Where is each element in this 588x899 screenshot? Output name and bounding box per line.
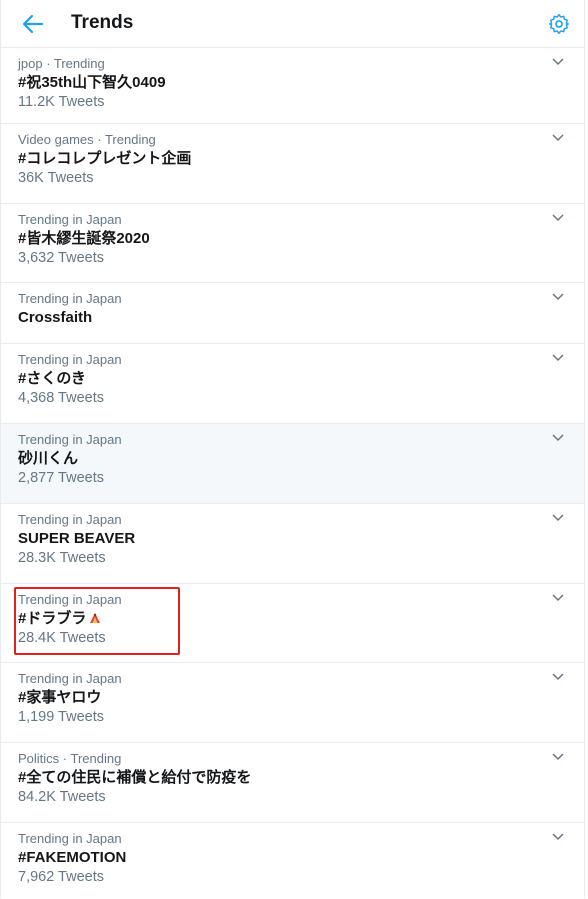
trend-count: 11.2K Tweets xyxy=(18,94,105,110)
back-arrow-icon[interactable] xyxy=(21,13,45,35)
trend-meta: Trending in Japan xyxy=(18,352,122,367)
trend-meta: Trending in Japan xyxy=(18,592,122,607)
trend-meta: Trending in Japan xyxy=(18,212,122,227)
trend-meta: Trending in Japan xyxy=(18,291,122,306)
chevron-down-icon[interactable] xyxy=(552,833,564,841)
trend-name: #FAKEMOTION xyxy=(18,849,127,866)
trend-count: 28.3K Tweets xyxy=(18,550,106,566)
trend-name: 砂川くん xyxy=(18,450,79,467)
trend-name: Crossfaith xyxy=(18,309,93,326)
trend-count: 3,632 Tweets xyxy=(18,250,104,266)
trend-name: #全ての住民に補償と給付で防疫を xyxy=(18,769,252,786)
chevron-down-icon[interactable] xyxy=(552,753,564,761)
trends-list: jpop · Trending #祝35th山下智久0409 11.2K Twe… xyxy=(1,48,584,899)
trends-panel: Trends jpop · Trending #祝35th山下智久0409 11… xyxy=(0,0,585,898)
trend-meta: Video games · Trending xyxy=(18,132,156,147)
trend-count: 36K Tweets xyxy=(18,170,94,186)
trend-item[interactable]: Trending in Japan #FAKEMOTION 7,962 Twee… xyxy=(1,823,584,899)
trend-count: 84.2K Tweets xyxy=(18,789,106,805)
chevron-down-icon[interactable] xyxy=(552,514,564,522)
chevron-down-icon[interactable] xyxy=(552,354,564,362)
trend-name: SUPER BEAVER xyxy=(18,530,136,547)
trend-item[interactable]: Trending in Japan #皆木繆生誕祭2020 3,632 Twee… xyxy=(1,204,584,283)
gear-icon[interactable] xyxy=(548,13,570,35)
trend-name: #家事ヤロウ xyxy=(18,689,102,706)
trend-name-row: #ドラブラ xyxy=(18,609,568,628)
trend-item[interactable]: Trending in Japan Crossfaith xyxy=(1,283,584,344)
trend-name: #さくのき xyxy=(18,370,86,387)
trend-item[interactable]: Trending in Japan #家事ヤロウ 1,199 Tweets xyxy=(1,663,584,743)
chevron-down-icon[interactable] xyxy=(552,134,564,142)
trend-name: #コレコレプレゼント企画 xyxy=(18,150,192,167)
trend-name: #祝35th山下智久0409 xyxy=(18,74,166,91)
trend-meta: Trending in Japan xyxy=(18,512,122,527)
chevron-down-icon[interactable] xyxy=(552,673,564,681)
trend-name: #皆木繆生誕祭2020 xyxy=(18,230,150,247)
trend-meta: jpop · Trending xyxy=(18,56,105,71)
trend-item[interactable]: Politics · Trending #全ての住民に補償と給付で防疫を 84.… xyxy=(1,743,584,823)
trend-item[interactable]: Trending in Japan 砂川くん 2,877 Tweets xyxy=(1,424,584,504)
trend-count: 7,962 Tweets xyxy=(18,869,104,885)
trend-meta: Politics · Trending xyxy=(18,751,122,766)
trend-count: 2,877 Tweets xyxy=(18,470,104,486)
chevron-down-icon[interactable] xyxy=(552,214,564,222)
trend-meta: Trending in Japan xyxy=(18,432,122,447)
dragon-blood-emoji-icon xyxy=(90,613,101,623)
chevron-down-icon[interactable] xyxy=(552,58,564,66)
trend-item[interactable]: Video games · Trending #コレコレプレゼント企画 36K … xyxy=(1,124,584,204)
trend-item[interactable]: Trending in Japan #さくのき 4,368 Tweets xyxy=(1,344,584,424)
chevron-down-icon[interactable] xyxy=(552,594,564,602)
page-title: Trends xyxy=(71,12,134,33)
trend-name: #ドラブラ xyxy=(18,610,87,627)
header: Trends xyxy=(1,0,584,48)
trend-meta: Trending in Japan xyxy=(18,671,122,686)
trend-count: 4,368 Tweets xyxy=(18,390,104,406)
trend-item[interactable]: jpop · Trending #祝35th山下智久0409 11.2K Twe… xyxy=(1,48,584,124)
chevron-down-icon[interactable] xyxy=(552,293,564,301)
trend-item[interactable]: Trending in Japan SUPER BEAVER 28.3K Twe… xyxy=(1,504,584,584)
trend-meta: Trending in Japan xyxy=(18,831,122,846)
trend-item[interactable]: Trending in Japan #ドラブラ 28.4K Tweets xyxy=(1,584,584,663)
trend-count: 28.4K Tweets xyxy=(18,630,106,646)
chevron-down-icon[interactable] xyxy=(552,434,564,442)
trend-count: 1,199 Tweets xyxy=(18,709,104,725)
